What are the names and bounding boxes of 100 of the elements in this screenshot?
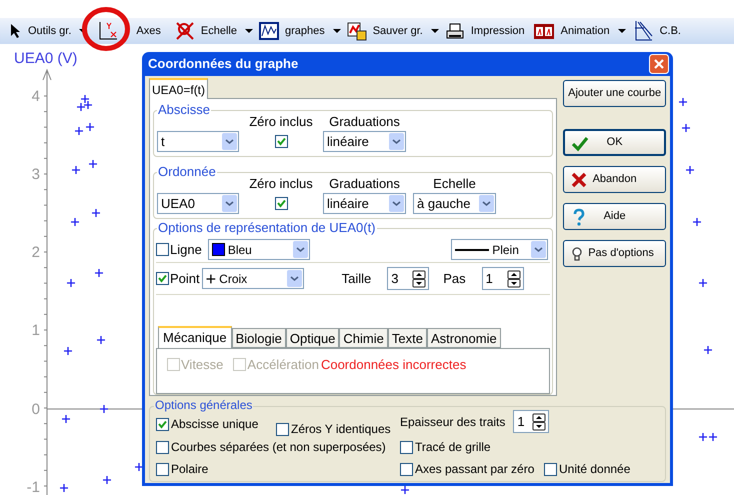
spin-field[interactable]: 3 — [387, 267, 430, 290]
dialog-button[interactable]: Abandon — [563, 166, 666, 193]
dropdown-value: Plein — [492, 242, 519, 258]
cross-icon — [570, 171, 588, 189]
checkbox[interactable] — [276, 422, 289, 436]
tick-label: 2 — [30, 243, 40, 263]
checkbox-label: Accélération — [247, 356, 319, 374]
save-graph-icon[interactable] — [346, 21, 367, 41]
spin-field[interactable]: 1 — [513, 410, 550, 433]
toolbar-button[interactable]: Animation — [560, 22, 610, 40]
field-label: Epaisseur des traits — [400, 414, 506, 430]
dropdown-arrow-icon[interactable] — [244, 28, 253, 34]
check-icon — [158, 420, 167, 428]
toolbar-button[interactable]: Impression — [470, 22, 525, 40]
field-label: Echelle — [433, 174, 476, 192]
toolbar-button[interactable]: C.B. — [660, 22, 681, 40]
checkbox[interactable] — [544, 462, 557, 476]
tick-label: 1 — [30, 321, 40, 341]
field-label: Taille — [342, 270, 372, 288]
dropdown-value: à gauche — [417, 194, 470, 213]
tab[interactable]: UEA0=f(t) — [149, 78, 208, 99]
toolbar-button[interactable]: Axes — [136, 22, 161, 40]
checkbox-label: Zéros Y identiques — [291, 421, 391, 438]
tab[interactable]: Astronomie — [426, 328, 501, 348]
point-symbol: + — [206, 270, 216, 286]
check-icon — [571, 135, 590, 153]
spin-arrows-icon[interactable] — [532, 412, 546, 430]
dropdown-field[interactable]: t — [157, 131, 239, 152]
checkbox-label: Tracé de grille — [415, 439, 491, 456]
graph-window-icon[interactable] — [258, 21, 279, 41]
dialog-button[interactable]: OK — [563, 129, 666, 156]
dropdown-field[interactable]: + Croix — [202, 268, 304, 289]
window-title: Coordonnées du graphe — [148, 55, 298, 74]
tick-label: 4 — [30, 87, 40, 107]
checkbox-label: Abscisse unique — [171, 416, 258, 433]
dropdown-field[interactable]: Bleu — [208, 239, 310, 260]
checkbox[interactable] — [156, 418, 169, 430]
line-style-icon — [455, 248, 490, 252]
checkbox[interactable] — [156, 440, 169, 454]
field-label: Zéro inclus — [249, 174, 313, 192]
close-button[interactable] — [649, 54, 669, 74]
checkbox[interactable] — [400, 440, 413, 454]
checkbox[interactable] — [274, 135, 288, 148]
checkbox[interactable] — [156, 272, 169, 285]
error-message: Coordonnées incorrectes — [320, 356, 466, 374]
tab[interactable]: Chimie — [339, 328, 388, 348]
dropdown-arrow-icon[interactable] — [332, 28, 341, 34]
spin-field[interactable]: 1 — [482, 267, 524, 290]
dropdown-field[interactable]: UEA0 — [157, 193, 239, 214]
printer-icon[interactable] — [444, 22, 465, 40]
axis-label: UEA0 (V) — [14, 49, 78, 69]
film-strip-icon[interactable] — [532, 21, 555, 41]
dropdown-value: UEA0 — [161, 194, 195, 213]
toolbar-button[interactable]: Echelle — [200, 22, 237, 40]
dropdown-value: Bleu — [228, 242, 252, 258]
tick-label: 3 — [30, 165, 40, 185]
tab[interactable]: Texte — [388, 328, 427, 348]
dropdown-field[interactable]: linéaire — [323, 131, 406, 152]
checkbox[interactable] — [400, 462, 413, 476]
tab[interactable]: Biologie — [232, 328, 286, 348]
toolbar-button[interactable]: Outils gr. — [28, 22, 72, 40]
check-icon — [158, 274, 167, 283]
dropdown-arrow-icon[interactable] — [430, 28, 439, 34]
toolbar-button[interactable]: Sauver gr. — [372, 22, 423, 40]
field-label: Graduations — [329, 174, 400, 192]
spin-value: 3 — [391, 270, 398, 288]
checkbox[interactable] — [156, 243, 169, 256]
group-title: Ordonnée — [157, 164, 217, 179]
dropdown-field[interactable]: linéaire — [323, 193, 406, 214]
dialog-button[interactable]: Aide — [563, 203, 666, 230]
dialog-button[interactable]: Ajouter une courbe — [563, 80, 666, 107]
dropdown-value: linéaire — [327, 194, 369, 213]
checkbox-label: Point — [170, 270, 200, 288]
pointer-icon[interactable] — [8, 22, 22, 40]
checkbox[interactable] — [156, 462, 169, 476]
spin-arrows-icon[interactable] — [412, 270, 426, 288]
dialog-button[interactable]: Pas d'options — [563, 240, 666, 267]
dropdown-value: linéaire — [327, 132, 369, 151]
tab[interactable]: Optique — [286, 328, 340, 348]
check-icon — [276, 137, 286, 146]
tab[interactable]: Mécanique — [158, 326, 232, 348]
dropdown-field[interactable]: Plein — [451, 239, 548, 260]
checkbox-label: Unité donnée — [559, 461, 630, 478]
checkbox-label: Axes passant par zéro — [415, 461, 534, 478]
checkbox[interactable] — [274, 197, 288, 210]
spin-arrows-icon[interactable] — [506, 270, 521, 288]
dropdown-arrow-icon[interactable] — [618, 28, 626, 34]
magnifier-cross-icon[interactable] — [174, 21, 195, 41]
toolbar-button[interactable]: graphes — [284, 22, 325, 40]
group-title: Abscisse — [157, 102, 212, 117]
field-label: Pas — [443, 270, 466, 288]
checkbox-label: Ligne — [170, 240, 202, 259]
axes-icon[interactable] — [97, 20, 120, 42]
dropdown-field[interactable]: à gauche — [413, 193, 496, 214]
group-title: Options de représentation de UEA0(t) — [157, 220, 377, 235]
highlight-circle — [81, 6, 131, 52]
tick-label: 0 — [30, 400, 40, 420]
checkbox-label: Courbes séparées (et non superposées) — [171, 439, 386, 456]
group-title: Options générales — [154, 398, 254, 412]
dropdown-value: t — [161, 132, 165, 151]
